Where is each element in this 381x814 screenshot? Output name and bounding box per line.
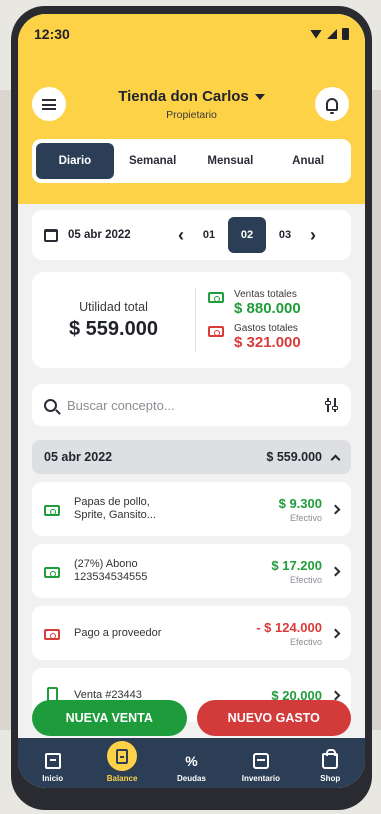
bell-icon [326,97,338,114]
date-picker: 05 abr 2022 ‹ 01 02 03 › [32,210,351,260]
background-strip [371,90,381,730]
transaction-row[interactable]: (27%) Abono 123534534555 $ 17.200 Efecti… [32,544,351,598]
bottom-navigation: Inicio Balance % Deudas Inventario Shop [18,738,365,788]
wifi-icon [310,29,322,39]
cash-icon [44,505,60,516]
signal-icon [327,29,337,39]
action-buttons: NUEVA VENTA NUEVO GASTO [32,700,351,736]
transaction-description: (27%) Abono 123534534555 [74,558,271,583]
phone-frame: 12:30 Tienda don Carlos Propietario Diar… [11,6,372,810]
profit-label: Utilidad total [79,299,148,314]
nav-item-deudas[interactable]: % Deudas [161,753,221,783]
sales-value: $ 880.000 [234,300,301,317]
cash-icon [208,292,224,303]
tab-anual[interactable]: Anual [269,143,347,179]
sales-label: Ventas totales [234,289,297,300]
nav-label: Balance [106,774,138,783]
status-icons [310,28,349,40]
search-input[interactable] [67,397,325,413]
home-icon [44,753,61,769]
day-option[interactable]: 01 [190,217,228,253]
store-selector[interactable]: Tienda don Carlos Propietario [18,88,365,121]
battery-icon [342,28,349,40]
tab-diario[interactable]: Diario [36,143,114,179]
store-name: Tienda don Carlos [118,88,249,105]
group-date: 05 abr 2022 [44,450,113,464]
transaction-desc-line: Papas de pollo, [74,496,150,509]
cash-icon [208,326,224,337]
totals-summary: Ventas totales $ 880.000 Gastos totales … [196,289,351,351]
tab-mensual[interactable]: Mensual [192,143,270,179]
transaction-list: Papas de pollo, Sprite, Gansito... $ 9.3… [32,482,351,730]
transaction-amount: $ 9.300 [278,495,322,511]
search-bar [32,384,351,426]
header-area: 12:30 Tienda don Carlos Propietario Diar… [18,14,365,204]
chevron-up-icon[interactable] [330,454,341,464]
selected-date[interactable]: 05 abr 2022 [68,229,166,241]
transaction-desc-line: (27%) Abono [74,558,138,571]
cash-icon [44,629,60,640]
expenses-total-row: Gastos totales $ 321.000 [208,323,351,351]
expenses-value: $ 321.000 [234,334,301,351]
shop-icon [322,749,339,769]
payment-method: Efectivo [289,636,322,647]
active-indicator [107,741,138,771]
status-time: 12:30 [34,26,70,42]
notifications-button[interactable] [315,87,349,121]
summary-card: Utilidad total $ 559.000 Ventas totales … [32,272,351,368]
nav-item-shop[interactable]: Shop [300,749,360,783]
balance-icon [116,748,129,764]
payment-method: Efectivo [289,574,322,585]
transaction-row[interactable]: Pago a proveedor - $ 124.000 Efectivo [32,606,351,660]
percent-icon: % [185,753,198,769]
status-bar: 12:30 [34,24,349,44]
sales-total-row: Ventas totales $ 880.000 [208,289,351,317]
nav-label: Inicio [42,774,64,783]
nav-label: Inventario [241,774,280,783]
new-expense-button[interactable]: NUEVO GASTO [196,700,351,736]
transaction-description: Papas de pollo, Sprite, Gansito... [74,496,279,521]
nav-item-inicio[interactable]: Inicio [23,753,83,783]
nav-item-balance[interactable]: Balance [92,741,152,783]
day-option[interactable]: 03 [266,217,304,253]
nav-label: Shop [320,774,341,783]
transaction-desc-line: 123534534555 [74,571,148,583]
calendar-icon[interactable] [44,228,58,242]
transaction-desc-line: Pago a proveedor [74,626,162,639]
transaction-amount: - $ 124.000 [256,619,322,635]
profit-summary: Utilidad total $ 559.000 [32,288,196,352]
chevron-right-icon [330,628,341,638]
period-tabs: Diario Semanal Mensual Anual [32,139,351,183]
day-option-selected[interactable]: 02 [228,217,266,253]
search-icon [44,398,57,412]
transaction-description: Pago a proveedor [74,627,256,640]
payment-method: Efectivo [289,512,322,523]
chevron-right-icon [330,504,341,514]
cash-icon [44,567,60,578]
store-name-row[interactable]: Tienda don Carlos [118,88,265,105]
tab-semanal[interactable]: Semanal [114,143,192,179]
chevron-right-icon [330,690,341,700]
inventory-icon [252,753,269,769]
profit-value: $ 559.000 [69,317,158,340]
chevron-left-icon[interactable]: ‹ [172,225,190,246]
caret-down-icon [254,93,265,100]
group-total: $ 559.000 [266,450,322,464]
day-group-header[interactable]: 05 abr 2022 $ 559.000 [32,440,351,474]
chevron-right-icon[interactable]: › [304,225,322,246]
filter-icon[interactable] [325,398,339,412]
transaction-row[interactable]: Papas de pollo, Sprite, Gansito... $ 9.3… [32,482,351,536]
chevron-right-icon [330,566,341,576]
new-sale-button[interactable]: NUEVA VENTA [32,700,187,736]
store-role: Propietario [166,109,217,121]
app-screen: 12:30 Tienda don Carlos Propietario Diar… [18,14,365,788]
nav-item-inventario[interactable]: Inventario [231,753,291,783]
transaction-amount: $ 17.200 [271,557,322,573]
expenses-label: Gastos totales [234,323,298,334]
nav-label: Deudas [177,774,206,783]
transaction-desc-line: Sprite, Gansito... [74,509,156,521]
